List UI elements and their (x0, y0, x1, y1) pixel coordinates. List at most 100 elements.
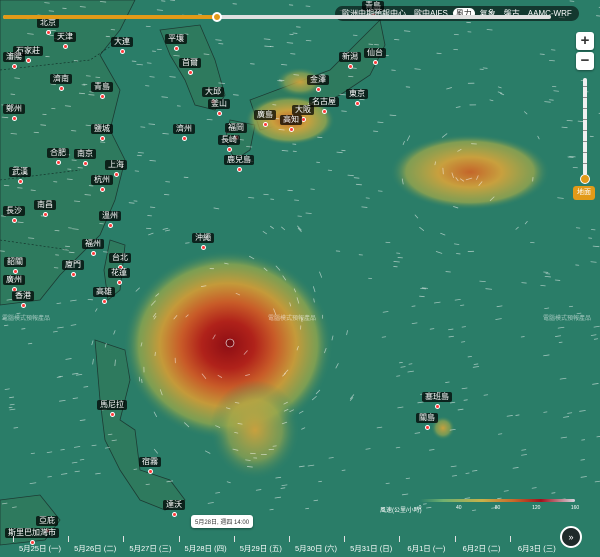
city-label: 長沙 (3, 206, 25, 216)
city-marker[interactable]: 達沃 (163, 500, 185, 517)
city-marker[interactable]: 瀋陽 (3, 52, 25, 69)
timeline-day-label[interactable]: 6月1日 (一) (407, 543, 445, 554)
wind-streak (566, 119, 573, 122)
city-marker[interactable]: 鹽城 (91, 124, 113, 141)
timeline-day-tick (509, 536, 511, 542)
timeline-handle[interactable] (211, 12, 222, 22)
city-marker[interactable]: 南京 (74, 149, 96, 166)
ground-level-button[interactable]: 地面 (573, 186, 595, 200)
wind-map[interactable] (0, 0, 600, 557)
city-marker[interactable]: 花蓮 (108, 268, 130, 285)
wind-speed-legend: 風速(公里/小時) 0 40 80 120 160 (380, 496, 580, 518)
city-marker[interactable]: 廣州 (3, 275, 25, 292)
timeline-day-label[interactable]: 6月3日 (三) (518, 543, 556, 554)
city-marker[interactable]: 南昌 (34, 200, 56, 217)
watermark-left: 電腦模式預報產品 (2, 316, 51, 322)
wind-streak (203, 53, 210, 55)
timeline-day-label[interactable]: 6月2日 (二) (463, 543, 501, 554)
city-marker[interactable]: 濟南 (50, 74, 72, 91)
city-marker[interactable]: 濟州 (173, 124, 195, 141)
city-marker[interactable]: 青島 (91, 82, 113, 99)
altitude-slider[interactable] (583, 78, 587, 178)
city-marker[interactable]: 鄭州 (3, 104, 25, 121)
city-dot-icon (11, 64, 17, 69)
city-marker[interactable]: 溫州 (99, 211, 121, 228)
city-marker[interactable]: 鹿兒島 (224, 155, 254, 172)
city-marker[interactable]: 金澤 (307, 75, 329, 92)
city-label: 福岡 (225, 123, 247, 133)
timeline-day-label[interactable]: 5月27日 (三) (129, 543, 171, 554)
city-marker[interactable]: 高雄 (93, 287, 115, 304)
timeline-progress (3, 15, 217, 19)
city-marker[interactable]: 關島 (416, 413, 438, 430)
city-marker[interactable]: 釜山 (208, 99, 230, 116)
wind-streak (128, 202, 135, 204)
city-marker[interactable]: 武漢 (9, 167, 31, 184)
city-dot-icon (347, 64, 353, 69)
city-marker[interactable]: 韶關 (4, 257, 26, 274)
wind-streak (58, 375, 63, 378)
city-marker[interactable]: 合肥 (47, 148, 69, 165)
wind-streak (461, 326, 466, 328)
city-marker[interactable]: 杭州 (91, 175, 113, 192)
city-marker[interactable]: 宿霧 (139, 457, 161, 474)
city-label: 大阪 (292, 105, 314, 115)
zoom-in-button[interactable]: + (576, 32, 594, 50)
play-button[interactable]: » (560, 526, 582, 548)
wind-streak (145, 483, 150, 486)
timeline-day-label[interactable]: 5月25日 (一) (19, 543, 61, 554)
city-marker[interactable]: 首爾 (179, 58, 201, 75)
timeline-day-label[interactable]: 5月26日 (二) (74, 543, 116, 554)
city-dot-icon (200, 245, 206, 250)
watermark-right: 電腦模式預報產品 (543, 316, 592, 322)
city-marker[interactable]: 長崎 (218, 135, 240, 152)
legend-tick-label: 80 (494, 505, 501, 511)
city-marker[interactable]: 平壤 (165, 34, 187, 51)
city-marker[interactable]: 廣島 (254, 110, 276, 127)
city-dot-icon (181, 136, 187, 141)
wind-band-east (390, 134, 550, 210)
wind-streak (73, 200, 81, 202)
city-label: 香港 (12, 291, 34, 301)
altitude-tick (583, 152, 587, 153)
altitude-slider-handle[interactable] (580, 174, 590, 184)
city-dot-icon (58, 86, 64, 91)
timeline-day-label[interactable]: 5月31日 (日) (350, 543, 392, 554)
watermark-center: 電腦模式預報產品 (268, 316, 317, 322)
city-marker[interactable]: 塞班島 (422, 392, 452, 409)
city-marker[interactable]: 長沙 (3, 206, 25, 223)
wind-streak (377, 121, 384, 123)
city-marker[interactable]: 東京 (346, 89, 368, 106)
city-marker[interactable]: 廈門 (62, 260, 84, 277)
timeline-day-tick (123, 536, 125, 542)
zoom-out-button[interactable]: − (576, 52, 594, 70)
city-label: 新潟 (339, 52, 361, 62)
wind-streak (429, 328, 435, 330)
city-marker[interactable]: 天津 (54, 32, 76, 49)
city-marker[interactable]: 沖繩 (192, 233, 214, 250)
wind-streak (483, 394, 489, 396)
timeline-day-label[interactable]: 5月29日 (五) (240, 543, 282, 554)
city-marker[interactable]: 新潟 (339, 52, 361, 69)
city-label: 宿霧 (139, 457, 161, 467)
city-marker[interactable]: 香港 (12, 291, 34, 308)
timeline-day-tick (399, 536, 401, 542)
city-marker[interactable]: 大連 (111, 37, 133, 54)
city-dot-icon (119, 49, 125, 54)
wind-streak (463, 399, 468, 401)
timeline-day-label[interactable]: 5月28日 (四) (185, 543, 227, 554)
city-label: 釜山 (208, 99, 230, 109)
city-marker[interactable]: 高知 (280, 115, 302, 132)
wind-streak (590, 261, 597, 263)
city-label: 武漢 (9, 167, 31, 177)
city-dot-icon (315, 87, 321, 92)
wind-streak (445, 381, 450, 383)
city-dot-icon (70, 272, 76, 277)
city-marker[interactable]: 仙台 (364, 48, 386, 65)
city-marker[interactable]: 福州 (82, 239, 104, 256)
city-marker[interactable]: 馬尼拉 (97, 400, 127, 417)
wind-streak (403, 30, 411, 32)
timeline-day-label[interactable]: 5月30日 (六) (295, 543, 337, 554)
altitude-tick (583, 97, 587, 98)
city-label: 南昌 (34, 200, 56, 210)
